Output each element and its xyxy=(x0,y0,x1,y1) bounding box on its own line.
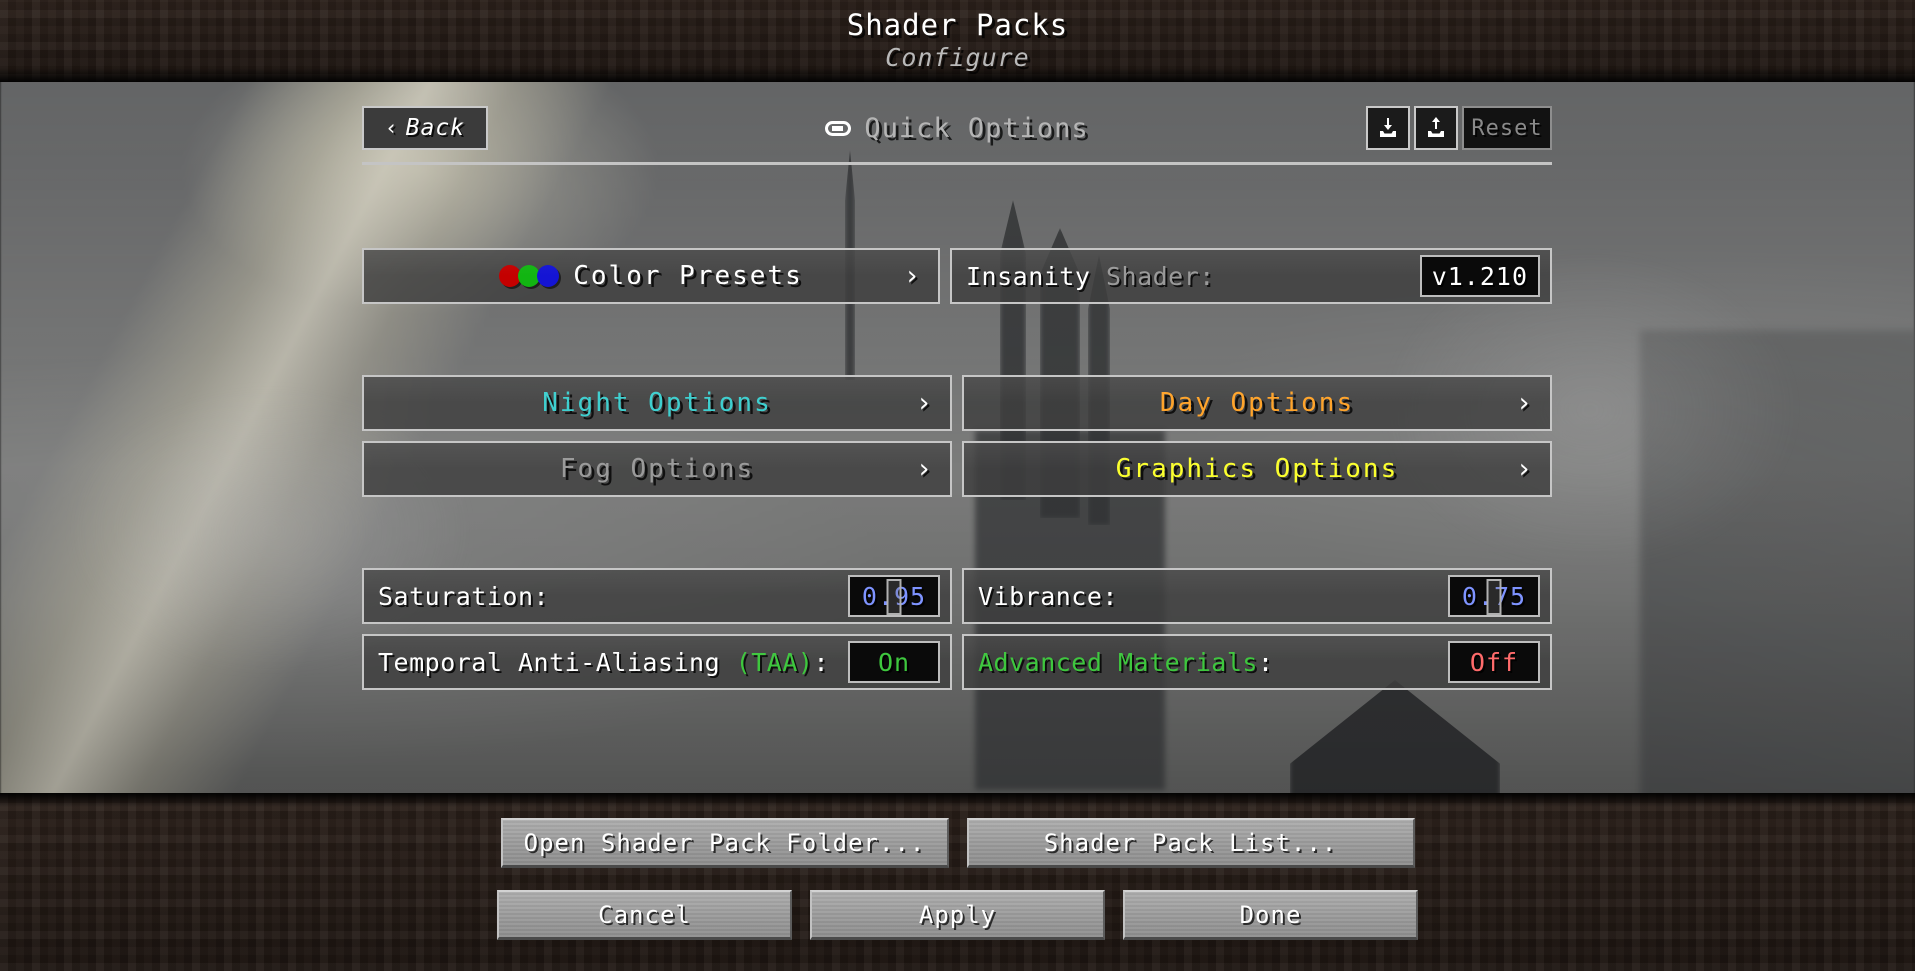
vibrance-label: Vibrance: xyxy=(978,581,1118,611)
day-options-button[interactable]: Day Options › xyxy=(962,375,1552,431)
done-button[interactable]: Done xyxy=(1123,890,1418,940)
export-settings-button[interactable] xyxy=(1414,106,1458,150)
advanced-materials-toggle[interactable]: Advanced Materials: Off xyxy=(962,634,1552,690)
graphics-options-button[interactable]: Graphics Options › xyxy=(962,441,1552,497)
taa-label-colon: : xyxy=(813,647,830,677)
import-settings-button[interactable] xyxy=(1366,106,1410,150)
saturation-slider[interactable]: Saturation: 0.95 xyxy=(362,568,952,624)
advanced-materials-label-colon: : xyxy=(1257,647,1274,677)
saturation-value-box[interactable]: 0.95 xyxy=(848,575,940,617)
options-row: Color Presets › Insanity Shader: v1.210 xyxy=(362,248,1552,304)
open-shader-pack-folder-button[interactable]: Open Shader Pack Folder... xyxy=(500,818,949,868)
taa-toggle[interactable]: Temporal Anti-Aliasing (TAA): On xyxy=(362,634,952,690)
config-header-bar: ‹ Back Quick Options Reset xyxy=(362,106,1552,150)
footer-button-row-primary: Open Shader Pack Folder... Shader Pack L… xyxy=(0,818,1915,868)
rgb-swatch-group xyxy=(499,265,560,287)
swatch-blue xyxy=(537,265,560,287)
page-title-text: Shader Packs xyxy=(846,8,1069,42)
shader-config-screen: Shader Packs Configure ‹ Back Quick Opti… xyxy=(0,0,1915,971)
advanced-materials-label: Advanced Materials: xyxy=(978,648,1274,677)
color-presets-label: Color Presets xyxy=(573,261,803,291)
options-row: Temporal Anti-Aliasing (TAA): On Advance… xyxy=(362,634,1552,690)
taa-label-tag: (TAA) xyxy=(735,647,814,677)
night-options-button[interactable]: Night Options › xyxy=(362,375,952,431)
reset-button-label: Reset xyxy=(1471,115,1543,141)
open-shader-pack-folder-label: Open Shader Pack Folder... xyxy=(523,828,926,857)
back-button-label: Back xyxy=(405,115,466,141)
export-tray-icon xyxy=(1428,117,1444,137)
done-button-label: Done xyxy=(1239,900,1302,929)
chevron-right-icon: › xyxy=(903,260,920,292)
shader-pack-list-button[interactable]: Shader Pack List... xyxy=(966,818,1415,868)
chevron-right-icon: › xyxy=(1515,453,1532,485)
taa-label-main: Temporal Anti-Aliasing xyxy=(378,647,736,677)
screen-title-label: Quick Options xyxy=(864,112,1089,144)
page-title: Shader Packs Configure xyxy=(0,8,1915,74)
fog-options-label: Fog Options xyxy=(559,454,755,484)
header-divider xyxy=(362,162,1552,165)
options-row: Night Options › Day Options › xyxy=(362,375,1552,431)
reset-button[interactable]: Reset xyxy=(1462,106,1552,150)
cancel-button[interactable]: Cancel xyxy=(497,890,792,940)
day-options-label: Day Options xyxy=(1159,388,1355,418)
vibrance-value: 0.75 xyxy=(1461,581,1527,611)
night-options-label: Night Options xyxy=(542,388,772,418)
fog-options-button[interactable]: Fog Options › xyxy=(362,441,952,497)
advanced-materials-label-main: Advanced Materials xyxy=(978,647,1258,677)
pill-icon xyxy=(825,120,852,136)
chevron-right-icon: › xyxy=(915,453,932,485)
page-subtitle-text: Configure xyxy=(885,43,1030,72)
chevron-right-icon: › xyxy=(1515,387,1532,419)
options-row: Saturation: 0.95 Vibrance: 0.75 xyxy=(362,568,1552,624)
taa-label: Temporal Anti-Aliasing (TAA): xyxy=(378,648,829,677)
insanity-shader-label-strong: Insanity xyxy=(966,261,1091,291)
saturation-value: 0.95 xyxy=(861,581,927,611)
chevron-right-icon: › xyxy=(915,387,932,419)
graphics-options-label: Graphics Options xyxy=(1115,454,1399,484)
insanity-shader-label-rest: Shader: xyxy=(1090,261,1215,291)
vibrance-value-box[interactable]: 0.75 xyxy=(1448,575,1540,617)
footer-button-row-secondary: Cancel Apply Done xyxy=(0,890,1915,940)
apply-button[interactable]: Apply xyxy=(810,890,1105,940)
color-presets-button[interactable]: Color Presets › xyxy=(362,248,940,304)
chevron-left-icon: ‹ xyxy=(384,116,399,140)
import-tray-icon xyxy=(1380,118,1396,137)
insanity-shader-label: Insanity Shader: xyxy=(966,262,1215,291)
insanity-shader-value[interactable]: v1.210 xyxy=(1419,255,1540,297)
back-button[interactable]: ‹ Back xyxy=(362,106,488,150)
advanced-materials-value[interactable]: Off xyxy=(1448,641,1540,683)
insanity-shader-row[interactable]: Insanity Shader: v1.210 xyxy=(950,248,1552,304)
saturation-label: Saturation: xyxy=(378,581,550,611)
apply-button-label: Apply xyxy=(918,900,997,929)
taa-value[interactable]: On xyxy=(848,641,940,683)
options-grid: Color Presets › Insanity Shader: v1.210 … xyxy=(362,248,1552,700)
shader-pack-list-label: Shader Pack List... xyxy=(1043,828,1338,857)
cancel-button-label: Cancel xyxy=(598,900,691,929)
vibrance-slider[interactable]: Vibrance: 0.75 xyxy=(962,568,1552,624)
options-row: Fog Options › Graphics Options › xyxy=(362,441,1552,497)
